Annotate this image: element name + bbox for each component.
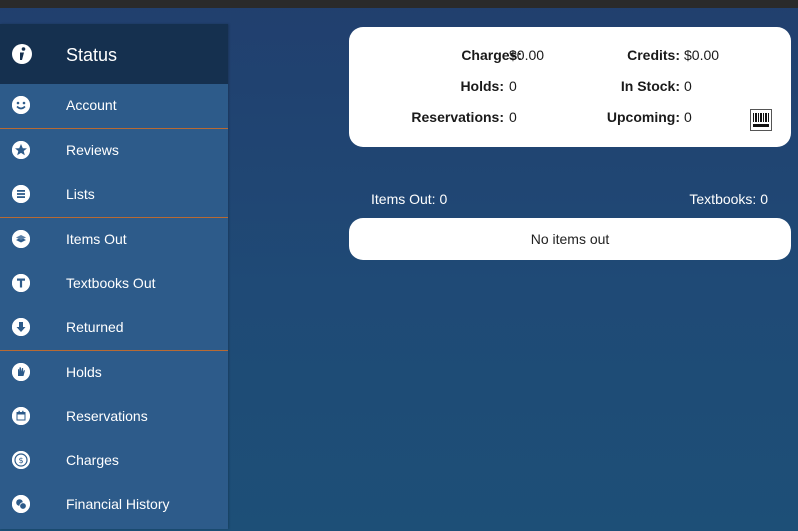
hand-icon	[12, 363, 30, 381]
return-arrow-icon	[12, 318, 30, 336]
sidebar-item-label: Charges	[66, 452, 119, 468]
barcode-icon[interactable]	[750, 109, 772, 131]
account-summary-card: Charges: $0.00 Credits: $0.00 Holds: 0 I…	[349, 27, 791, 147]
calendar-icon	[12, 407, 30, 425]
sidebar-item-label: Reservations	[66, 408, 148, 424]
sidebar-item-label: Returned	[66, 319, 124, 335]
charges-value: $0.00	[509, 47, 545, 63]
credits-label: Credits:	[627, 47, 680, 63]
sidebar-item-textbooks-out[interactable]: Textbooks Out	[0, 262, 228, 306]
dollar-icon: $	[12, 451, 30, 469]
top-bar	[0, 0, 798, 8]
sidebar-item-holds[interactable]: Holds	[0, 350, 228, 395]
reservations-value: 0	[509, 109, 517, 125]
sidebar-item-reservations[interactable]: Reservations	[0, 395, 228, 439]
charges-label: Charges:	[461, 47, 522, 63]
upcoming-value: 0	[684, 109, 692, 125]
in-stock-label: In Stock:	[620, 78, 680, 94]
sidebar-item-label: Reviews	[66, 142, 119, 158]
smile-icon	[12, 96, 30, 114]
textbook-icon	[12, 274, 30, 292]
sidebar-item-label: Items Out	[66, 231, 127, 247]
books-icon	[12, 230, 30, 248]
sidebar-item-label: Financial History	[66, 496, 170, 512]
sidebar-item-financial-history[interactable]: Financial History	[0, 483, 228, 527]
in-stock-value: 0	[684, 78, 692, 94]
textbooks-count: Textbooks: 0	[689, 191, 768, 207]
sidebar-item-label: Textbooks Out	[66, 275, 156, 291]
info-icon	[12, 44, 32, 64]
sidebar-item-reviews[interactable]: Reviews	[0, 128, 228, 173]
upcoming-label: Upcoming:	[606, 109, 680, 125]
sidebar-item-items-out[interactable]: Items Out	[0, 217, 228, 262]
items-out-count: Items Out: 0	[371, 191, 448, 207]
sidebar-header-title: Status	[66, 45, 118, 65]
sidebar: Status Account Reviews Lists Items Out T…	[0, 24, 228, 529]
star-icon	[12, 141, 30, 159]
sidebar-item-label: Lists	[66, 186, 95, 202]
holds-label: Holds:	[460, 78, 504, 94]
sidebar-item-returned[interactable]: Returned	[0, 306, 228, 350]
sidebar-header-status[interactable]: Status	[0, 24, 228, 84]
sidebar-item-label: Holds	[66, 364, 102, 380]
list-icon	[12, 185, 30, 203]
sidebar-item-account[interactable]: Account	[0, 84, 228, 128]
credits-value: $0.00	[684, 47, 720, 63]
sidebar-item-label: Account	[66, 97, 117, 113]
sidebar-item-charges[interactable]: $ Charges	[0, 439, 228, 483]
items-out-list: No items out	[349, 218, 791, 260]
reservations-label: Reservations:	[411, 109, 504, 125]
svg-text:$: $	[18, 456, 23, 465]
coins-icon	[12, 495, 30, 513]
empty-message: No items out	[530, 231, 610, 247]
sidebar-item-lists[interactable]: Lists	[0, 173, 228, 217]
holds-value: 0	[509, 78, 517, 94]
